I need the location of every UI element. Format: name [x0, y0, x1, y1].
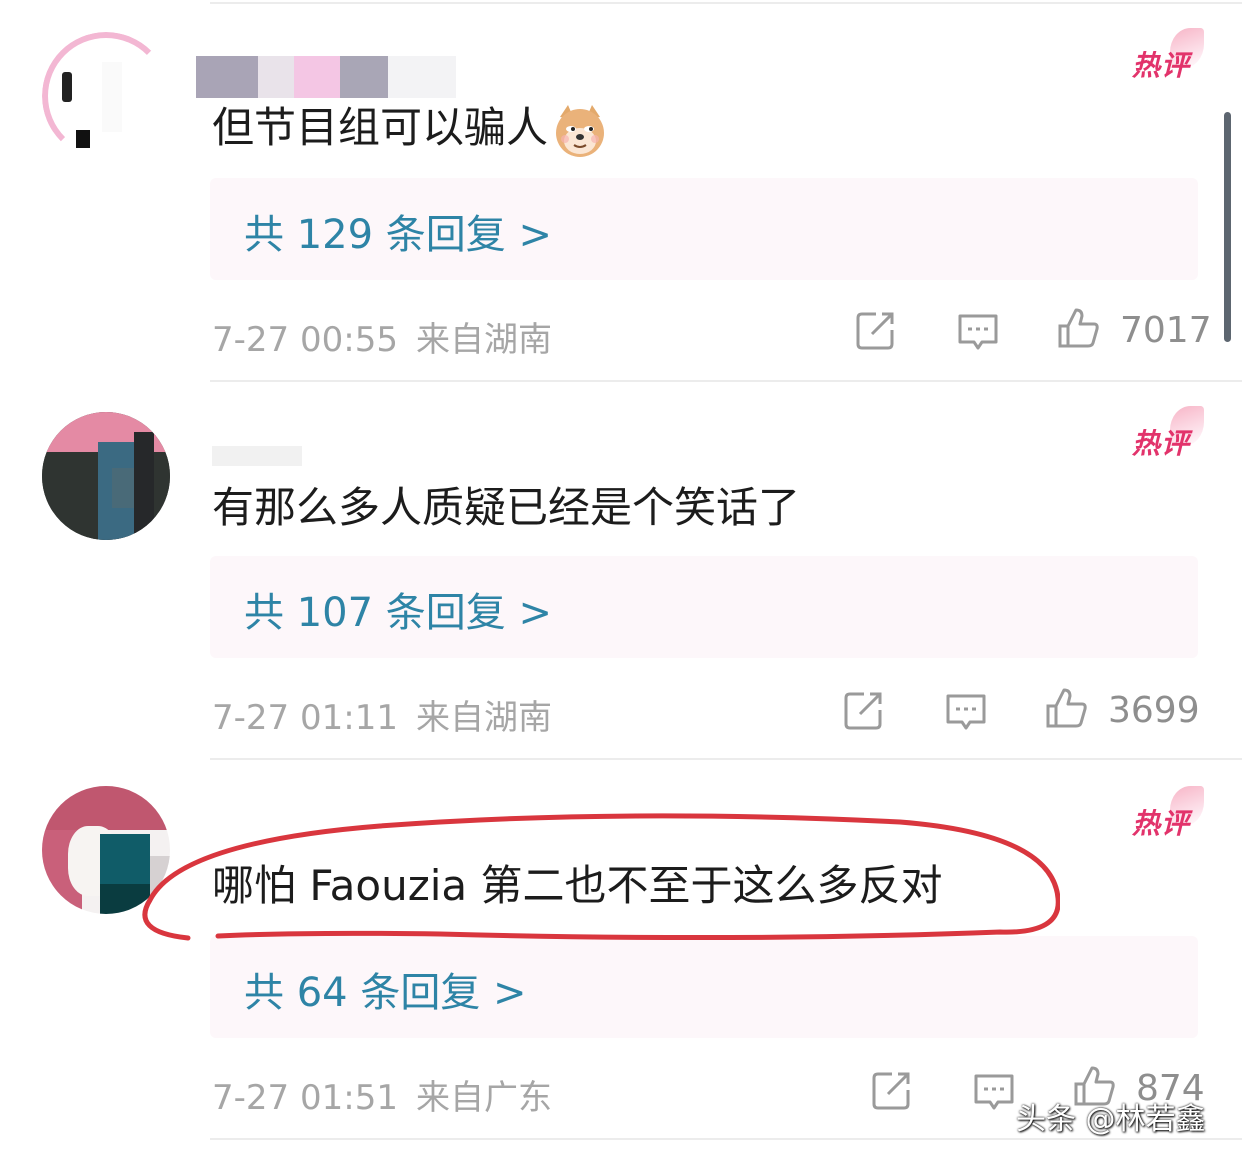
share-icon[interactable] [842, 688, 886, 732]
comment-location: 来自湖南 [415, 320, 552, 360]
comment-icon[interactable] [972, 1070, 1016, 1114]
hot-comment-badge: 热评 [1132, 786, 1204, 842]
view-replies-link[interactable]: 共 64 条回复 > [244, 960, 527, 1018]
view-replies-link[interactable]: 共 107 条回复 > [244, 580, 552, 638]
scrollbar[interactable] [1224, 112, 1231, 342]
doge-emoji-icon [556, 104, 605, 157]
thumbs-up-icon[interactable] [1044, 686, 1088, 730]
share-icon[interactable] [870, 1068, 914, 1112]
avatar[interactable] [42, 412, 170, 540]
comment-date: 7-27 00:55 [212, 320, 398, 360]
comment-icon[interactable] [956, 310, 1000, 354]
like-count: 7017 [1120, 310, 1212, 351]
view-replies-link[interactable]: 共 129 条回复 > [244, 202, 552, 260]
username-redacted[interactable] [196, 430, 356, 472]
comment-location: 来自湖南 [415, 698, 552, 738]
watermark: 头条 @林若鑫 [1016, 1102, 1206, 1137]
comment-icon[interactable] [944, 690, 988, 734]
comment-meta: 7-27 01:51 来自广东 [212, 1070, 552, 1119]
reply-summary-box[interactable]: 共 129 条回复 > [210, 178, 1198, 280]
comment-meta: 7-27 00:55 来自湖南 [212, 312, 552, 361]
share-icon[interactable] [854, 308, 898, 352]
hot-comment-badge: 热评 [1132, 406, 1204, 462]
avatar[interactable] [42, 786, 170, 914]
comment-text: 有那么多人质疑已经是个笑话了 [212, 483, 801, 532]
comment-item: 热评 有那么多人质疑已经是个笑话了 共 107 条回复 > 7-27 01:11… [0, 380, 1242, 758]
like-count: 3699 [1108, 690, 1200, 731]
comment-location: 来自广东 [415, 1078, 552, 1118]
thumbs-up-icon[interactable] [1056, 306, 1100, 350]
comment-date: 7-27 01:11 [212, 698, 398, 738]
comment-list-screen: 热评 但节目组可以骗人 共 129 条回复 > 7-27 00:55 来自湖南 … [0, 0, 1242, 1155]
comment-text: 哪怕 Faouzia 第二也不至于这么多反对 [212, 861, 943, 910]
comment-meta: 7-27 01:11 来自湖南 [212, 690, 552, 739]
avatar[interactable] [42, 32, 170, 160]
comment-date: 7-27 01:51 [212, 1078, 398, 1118]
comment-text: 但节目组可以骗人 [212, 100, 608, 159]
comment-item: 热评 但节目组可以骗人 共 129 条回复 > 7-27 00:55 来自湖南 … [0, 0, 1242, 378]
reply-summary-box[interactable]: 共 107 条回复 > [210, 556, 1198, 658]
comment-item: 热评 哪怕 Faouzia 第二也不至于这么多反对 共 64 条回复 > 7-2… [0, 758, 1242, 1136]
hot-comment-badge: 热评 [1132, 28, 1204, 84]
divider [210, 1138, 1242, 1140]
username-redacted[interactable] [196, 56, 456, 98]
reply-summary-box[interactable]: 共 64 条回复 > [210, 936, 1198, 1038]
